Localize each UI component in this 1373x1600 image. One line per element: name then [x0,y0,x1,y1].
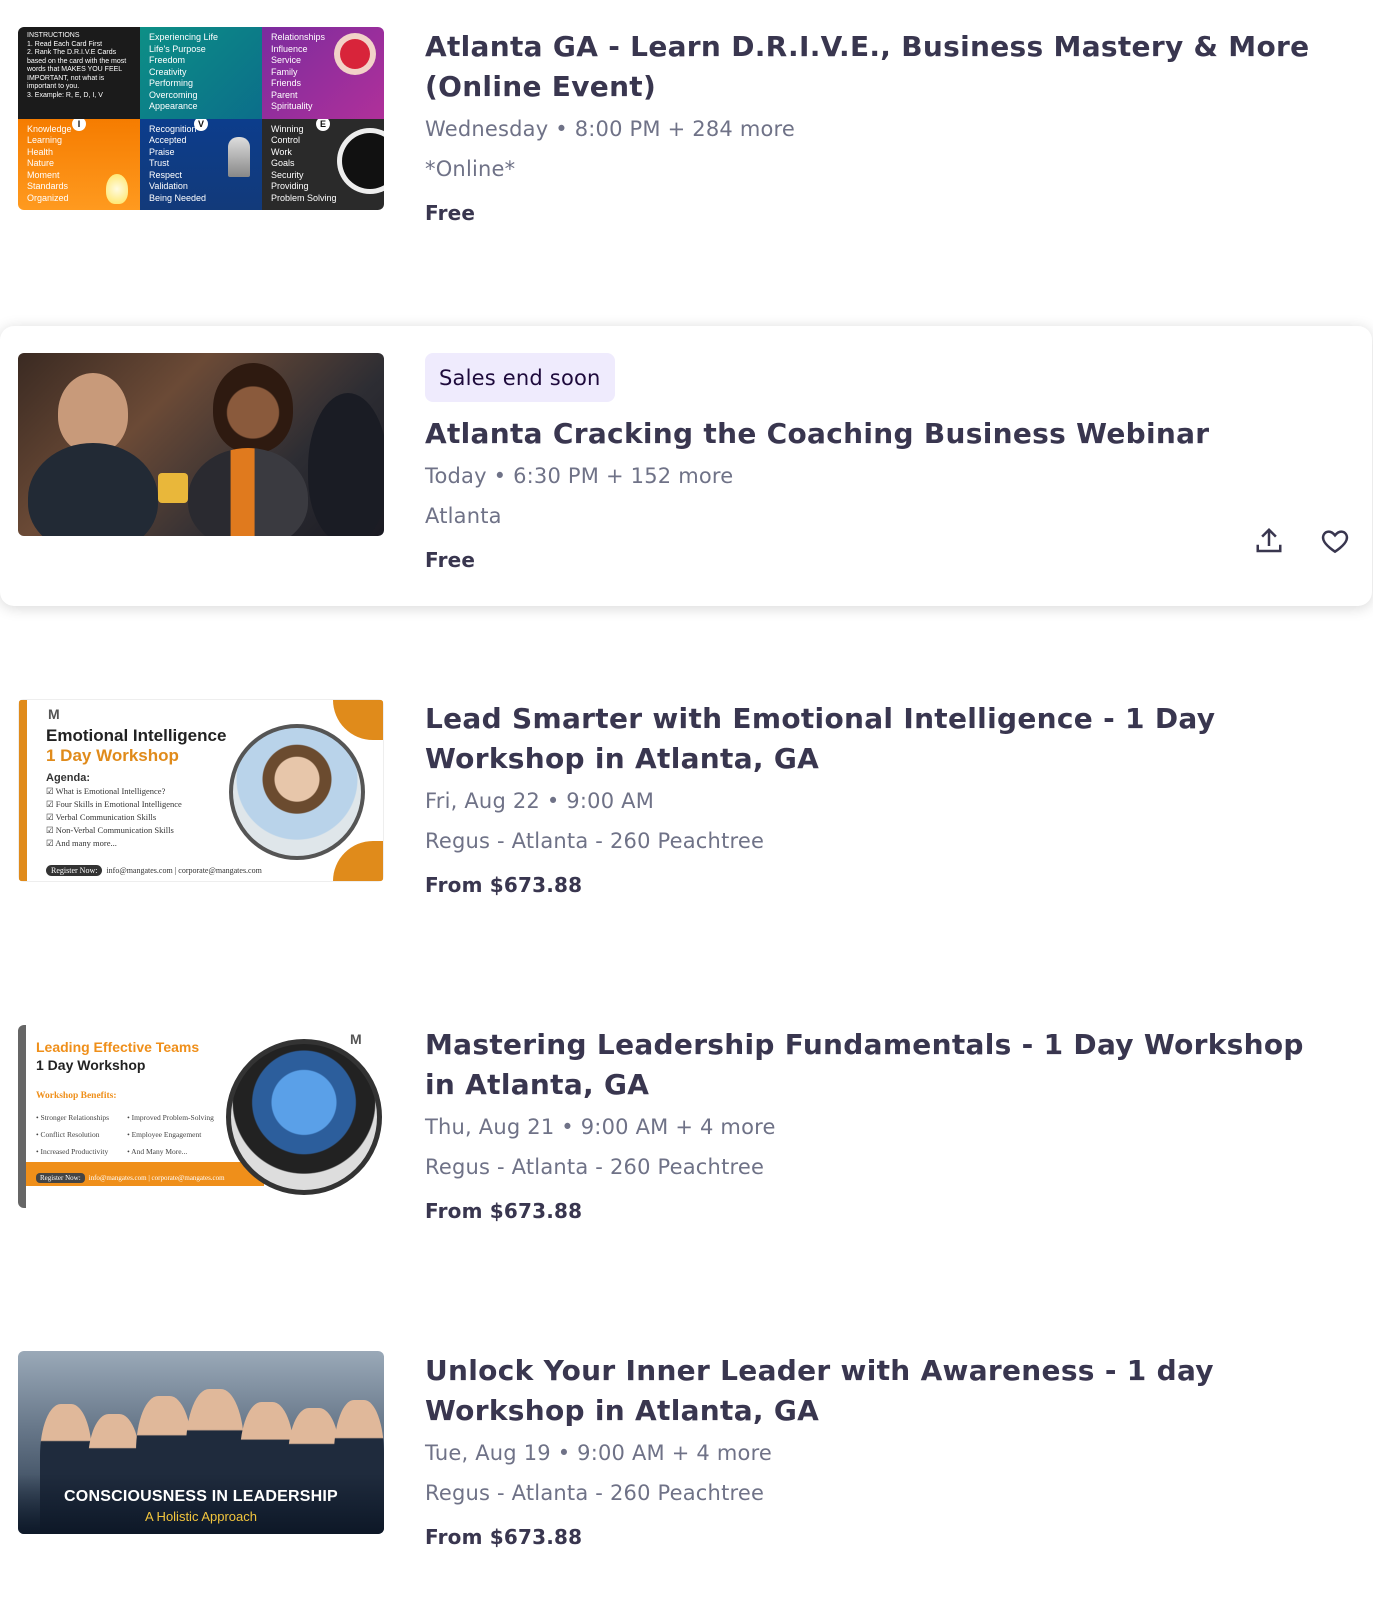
event-date: Today • 6:30 PM + 152 more [425,464,734,488]
event-date: Tue, Aug 19 • 9:00 AM + 4 more [425,1441,773,1465]
event-image[interactable]: M Emotional Intelligence 1 Day Workshop … [18,699,384,882]
drive-card-e: E Winning Control Work Goals Security Pro… [262,118,384,210]
drive-card-v: V Recognition Accepted Praise Trust Respe… [140,118,262,210]
event-image[interactable] [18,353,384,536]
event-location: *Online* [425,157,516,181]
event-price: From $673.88 [425,1199,583,1223]
mangates-logo: M [48,706,60,722]
drive-card-instructions: INSTRUCTIONS 1. Read Each Card First 2. … [18,27,140,119]
event-price: Free [425,201,476,225]
event-date: Fri, Aug 22 • 9:00 AM [425,789,655,813]
thumb-portrait [229,724,365,860]
sales-end-soon-badge: Sales end soon [425,353,615,402]
event-card[interactable]: M Emotional Intelligence 1 Day Workshop … [0,672,1373,952]
event-price: From $673.88 [425,873,583,897]
event-title[interactable]: Lead Smarter with Emotional Intelligence… [425,699,1343,779]
event-price: From $673.88 [425,1525,583,1549]
event-location: Atlanta [425,504,502,528]
thumb-heading: Leading Effective Teams [36,1039,200,1055]
thumb-benefits-label: Workshop Benefits: [36,1091,117,1101]
event-date: Thu, Aug 21 • 9:00 AM + 4 more [425,1115,776,1139]
drive-card-i: I Knowledge Learning Health Nature Moment… [18,118,140,210]
thumb-heading: Emotional Intelligence [46,726,227,745]
event-location: Regus - Atlanta - 260 Peachtree [425,1155,765,1179]
event-card[interactable]: CONSCIOUSNESS IN LEADERSHIP A Holistic A… [0,1324,1373,1600]
mangates-logo: M [350,1031,362,1047]
drive-card-d: Experiencing Life Life's Purpose Freedom… [140,27,262,119]
event-card[interactable]: Sales end soon Atlanta Cracking the Coac… [0,326,1372,606]
event-image[interactable]: M Leading Effective Teams 1 Day Workshop… [18,1025,384,1208]
thumb-subheading: 1 Day Workshop [46,746,179,765]
event-image[interactable]: INSTRUCTIONS 1. Read Each Card First 2. … [18,27,384,210]
share-upload-icon[interactable] [1254,526,1284,556]
thumb-register: Register Now: info@mangates.com | corpora… [36,1173,225,1183]
event-location: Regus - Atlanta - 260 Peachtree [425,1481,765,1505]
heart-outline-icon[interactable] [1320,526,1350,556]
thumb-agenda: Agenda: ☑ What is Emotional Intelligence… [46,772,182,848]
event-title[interactable]: Mastering Leadership Fundamentals - 1 Da… [425,1025,1343,1105]
event-location: Regus - Atlanta - 260 Peachtree [425,829,765,853]
thumb-benefits: • Stronger Relationships • Conflict Resol… [36,1113,214,1156]
event-price: Free [425,548,476,572]
event-image[interactable]: CONSCIOUSNESS IN LEADERSHIP A Holistic A… [18,1351,384,1534]
event-card[interactable]: M Leading Effective Teams 1 Day Workshop… [0,998,1373,1278]
thumb-caption: CONSCIOUSNESS IN LEADERSHIP [64,1488,338,1505]
event-title[interactable]: Atlanta GA - Learn D.R.I.V.E., Business … [425,27,1343,107]
event-title[interactable]: Unlock Your Inner Leader with Awareness … [425,1351,1343,1431]
event-date: Wednesday • 8:00 PM + 284 more [425,117,796,141]
thumb-register: Register Now: info@mangates.com | corpora… [46,865,262,876]
thumb-subheading: 1 Day Workshop [36,1057,146,1073]
thumb-team-graphic [226,1039,382,1195]
event-card[interactable]: INSTRUCTIONS 1. Read Each Card First 2. … [0,0,1373,280]
event-title[interactable]: Atlanta Cracking the Coaching Business W… [425,414,1342,454]
drive-card-r: Relationships Influence Service Family F… [262,27,384,119]
thumb-subcaption: A Holistic Approach [144,1509,257,1524]
